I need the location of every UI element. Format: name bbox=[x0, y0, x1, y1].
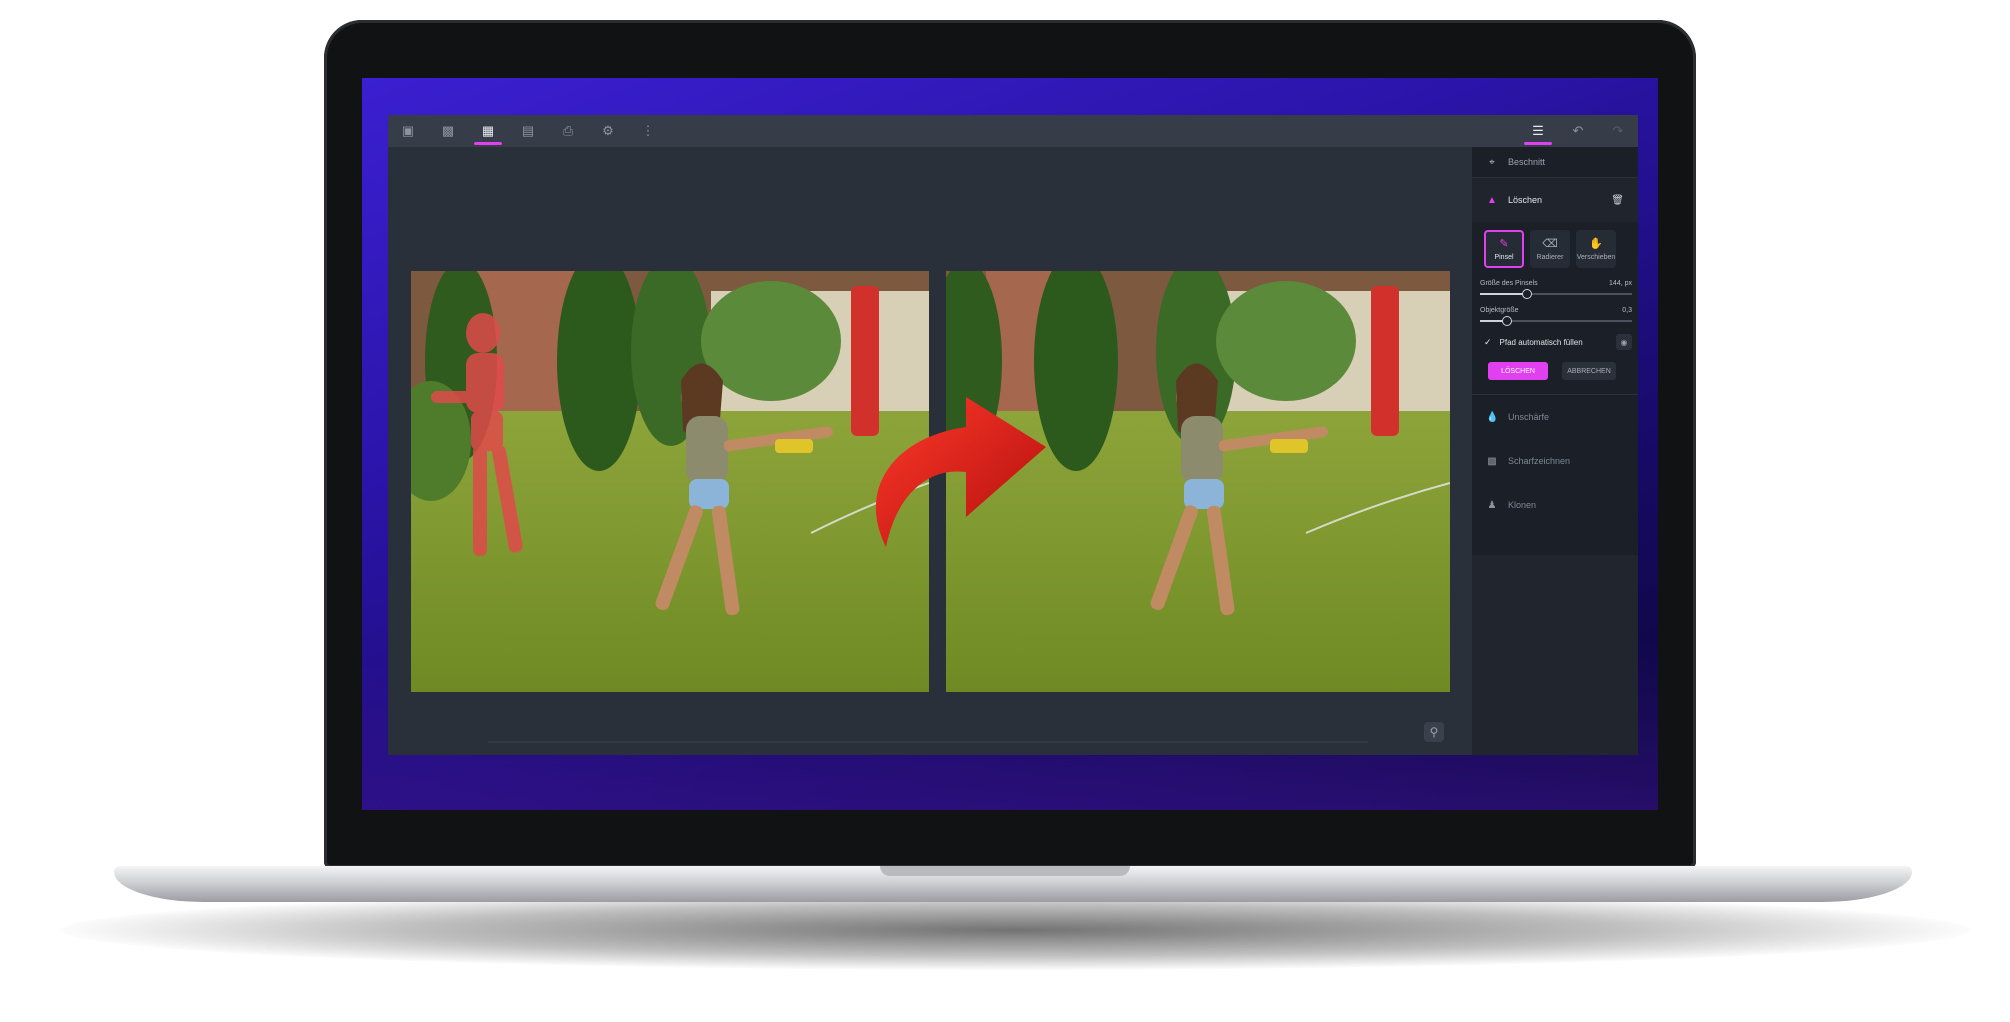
fill-bucket-icon[interactable]: ◉ bbox=[1616, 334, 1632, 350]
sharpen-label: Scharfzeichnen bbox=[1508, 456, 1571, 466]
erase-apply-button[interactable]: LÖSCHEN bbox=[1488, 362, 1548, 380]
settings-icon[interactable]: ⚙ bbox=[588, 115, 628, 147]
undo-icon[interactable]: ↶ bbox=[1558, 115, 1598, 147]
tool-eraser-label: Radierer bbox=[1536, 254, 1564, 261]
more-icon[interactable]: ⋮ bbox=[628, 115, 668, 147]
photo-editor-window: ▣ ▩ ▦ ▤ ⎙ ⚙ ⋮ ☰ ↶ ↷ ⚲ ⌖ Beschnitt ▲ Lösc… bbox=[388, 115, 1638, 755]
eraser-icon: ▲ bbox=[1487, 194, 1497, 206]
slider-knob[interactable] bbox=[1501, 316, 1512, 326]
brush-icon: ✎ bbox=[1499, 238, 1509, 250]
erase-actions: LÖSCHEN ABBRECHEN bbox=[1472, 350, 1638, 380]
top-toolbar: ▣ ▩ ▦ ▤ ⎙ ⚙ ⋮ ☰ ↶ ↷ bbox=[388, 115, 1638, 147]
object-size-row: Objektgröße 0,3 bbox=[1472, 295, 1638, 314]
sharpen-icon: ▩ bbox=[1487, 455, 1497, 467]
adjustments-icon[interactable]: ☰ bbox=[1518, 115, 1558, 147]
tool-move-label: Verschieben bbox=[1576, 254, 1616, 261]
print-icon[interactable]: ⎙ bbox=[548, 115, 588, 147]
hand-icon: ✋ bbox=[1589, 238, 1603, 250]
erase-row[interactable]: ▲ Löschen 🗑 bbox=[1472, 177, 1638, 222]
object-size-value: 0,3 bbox=[1622, 307, 1632, 314]
stamp-icon: ♟ bbox=[1487, 499, 1497, 511]
tool-move[interactable]: ✋ Verschieben bbox=[1576, 230, 1616, 268]
laptop-shadow bbox=[60, 890, 1970, 970]
tool-panel: ⌖ Beschnitt ▲ Löschen 🗑 ✎ Pinsel ⌫ Radie… bbox=[1472, 147, 1638, 755]
autofill-row[interactable]: ✓ Pfad automatisch füllen ◉ bbox=[1472, 322, 1638, 350]
panel-upper: ⌖ Beschnitt ▲ Löschen 🗑 ✎ Pinsel ⌫ Radie… bbox=[1472, 147, 1638, 555]
blur-label: Unschärfe bbox=[1508, 412, 1550, 422]
crop-label: Beschnitt bbox=[1508, 157, 1546, 167]
droplet-icon: 💧 bbox=[1486, 411, 1499, 423]
autofill-label: Pfad automatisch füllen bbox=[1499, 337, 1583, 347]
clone-label: Klonen bbox=[1508, 500, 1537, 510]
sharpen-row[interactable]: ▩ Scharfzeichnen bbox=[1472, 439, 1638, 483]
laptop-notch bbox=[880, 866, 1130, 876]
image-icon[interactable]: ▦ bbox=[468, 115, 508, 147]
zoom-icon[interactable]: ⚲ bbox=[1424, 722, 1444, 742]
tool-brush-label: Pinsel bbox=[1494, 254, 1514, 261]
object-size-slider[interactable] bbox=[1480, 316, 1632, 326]
tool-eraser[interactable]: ⌫ Radierer bbox=[1530, 230, 1570, 268]
slider-knob[interactable] bbox=[1521, 289, 1532, 299]
brush-size-row: Größe des Pinsels 144, px bbox=[1472, 268, 1638, 287]
crop-icon: ⌖ bbox=[1489, 156, 1495, 168]
erase-label: Löschen bbox=[1508, 195, 1543, 205]
save-icon[interactable]: ▤ bbox=[508, 115, 548, 147]
open-icon[interactable]: ▩ bbox=[428, 115, 468, 147]
photo-before bbox=[411, 271, 929, 692]
new-icon[interactable]: ▣ bbox=[388, 115, 428, 147]
checkmark-icon[interactable]: ✓ bbox=[1484, 337, 1492, 348]
editor-canvas[interactable]: ⚲ bbox=[388, 147, 1472, 755]
trash-icon[interactable]: 🗑 bbox=[1611, 195, 1624, 206]
brush-size-slider[interactable] bbox=[1480, 289, 1632, 299]
blur-row[interactable]: 💧 Unschärfe bbox=[1472, 394, 1638, 439]
eraser-tool-icon: ⌫ bbox=[1542, 238, 1558, 250]
toolbar-right: ☰ ↶ ↷ bbox=[1518, 115, 1638, 147]
brush-size-label: Größe des Pinsels bbox=[1480, 280, 1538, 287]
brush-size-value: 144, px bbox=[1609, 280, 1632, 287]
curved-arrow-icon bbox=[875, 397, 1046, 547]
other-tools: 💧 Unschärfe ▩ Scharfzeichnen ♟ Klonen bbox=[1472, 394, 1638, 527]
erase-cancel-button[interactable]: ABBRECHEN bbox=[1562, 362, 1616, 380]
horizontal-scrollbar[interactable] bbox=[488, 741, 1368, 743]
object-size-label: Objektgröße bbox=[1480, 307, 1519, 314]
tool-brush[interactable]: ✎ Pinsel bbox=[1484, 230, 1524, 268]
erase-tools: ✎ Pinsel ⌫ Radierer ✋ Verschieben bbox=[1472, 222, 1638, 268]
clone-row[interactable]: ♟ Klonen bbox=[1472, 483, 1638, 527]
redo-icon[interactable]: ↷ bbox=[1598, 115, 1638, 147]
crop-row[interactable]: ⌖ Beschnitt bbox=[1472, 147, 1638, 177]
